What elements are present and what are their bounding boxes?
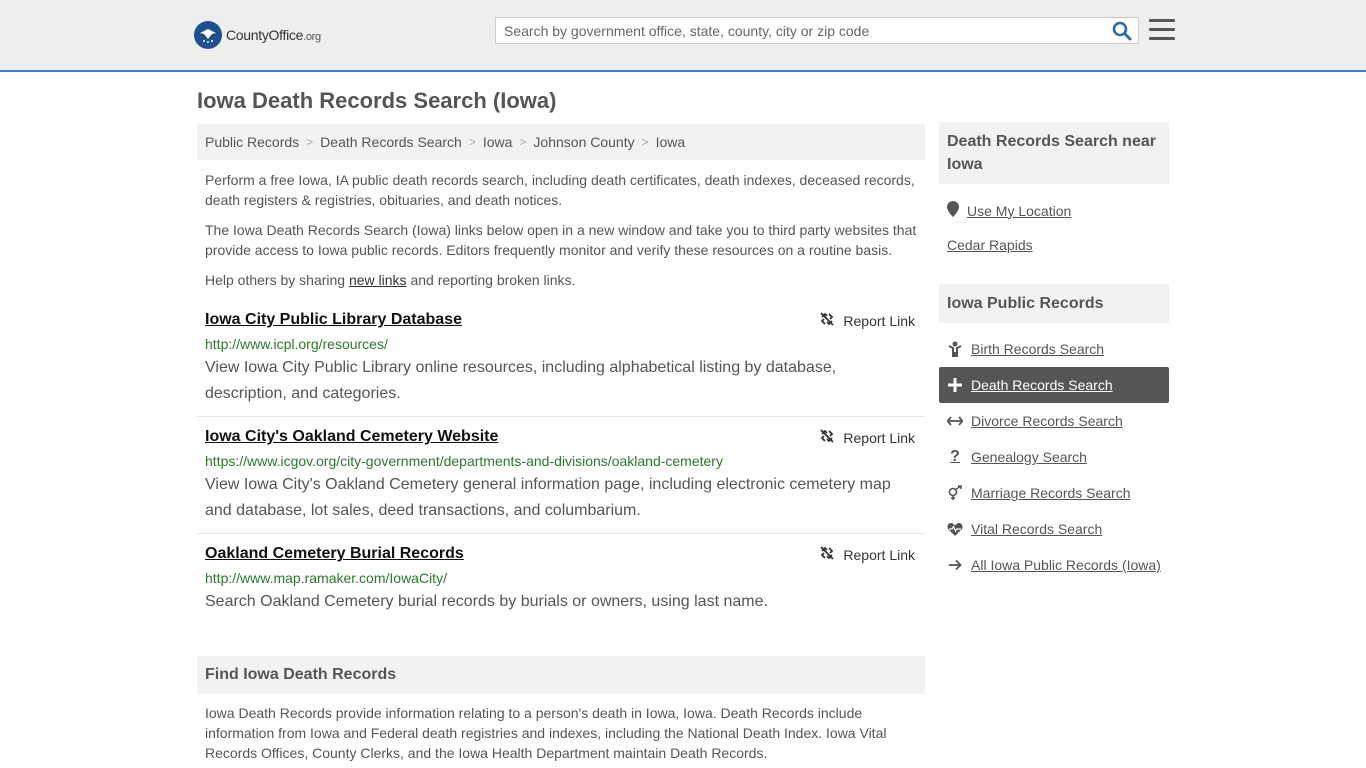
sidebar-item-marriage-records[interactable]: Marriage Records Search xyxy=(939,475,1169,511)
chevron-right-icon: > xyxy=(641,135,649,149)
logo-text: CountyOffice.org xyxy=(226,27,321,43)
intro-paragraph-2: The Iowa Death Records Search (Iowa) lin… xyxy=(205,222,917,258)
sidebar-item-genealogy[interactable]: ? Genealogy Search xyxy=(939,439,1169,475)
sidebar-item-birth-records[interactable]: Birth Records Search xyxy=(939,331,1169,367)
sidebar-item-divorce-records[interactable]: Divorce Records Search xyxy=(939,403,1169,439)
breadcrumb-public-records[interactable]: Public Records xyxy=(205,134,299,150)
sidebar-public-records-heading: Iowa Public Records xyxy=(939,284,1169,323)
find-records-text: Iowa Death Records provide information r… xyxy=(205,705,887,761)
listing-item: Iowa City's Oakland Cemetery Website Rep… xyxy=(197,428,925,528)
search-icon[interactable] xyxy=(1112,21,1132,41)
sidebar-item-all-public-records[interactable]: All Iowa Public Records (Iowa) xyxy=(939,547,1169,583)
listing-title[interactable]: Iowa City's Oakland Cemetery Website xyxy=(205,428,498,446)
listing-url[interactable]: https://www.icgov.org/city-government/de… xyxy=(205,453,723,469)
breadcrumb-johnson-county[interactable]: Johnson County xyxy=(533,134,634,150)
question-icon: ? xyxy=(950,448,960,465)
listing-item: Iowa City Public Library Database Report… xyxy=(197,311,925,411)
divider xyxy=(197,533,925,534)
nearby-city-link[interactable]: Cedar Rapids xyxy=(947,237,1033,253)
heartbeat-icon xyxy=(947,521,963,537)
broken-link-icon xyxy=(819,428,835,447)
listing-title[interactable]: Oakland Cemetery Burial Records xyxy=(205,545,464,563)
listing-description: View Iowa City's Oakland Cemetery genera… xyxy=(205,476,891,519)
intro-paragraph-3: Help others by sharing new links and rep… xyxy=(205,272,576,288)
report-link-button[interactable]: Report Link xyxy=(819,311,915,330)
hamburger-menu-icon[interactable] xyxy=(1149,19,1175,41)
report-link-button[interactable]: Report Link xyxy=(819,545,915,564)
find-records-heading: Find Iowa Death Records xyxy=(197,656,925,694)
sidebar-near-heading: Death Records Search near Iowa xyxy=(939,122,1169,184)
chevron-right-icon: > xyxy=(468,135,476,149)
new-links-link[interactable]: new links xyxy=(349,272,407,288)
search-box xyxy=(495,17,1139,44)
listing-description: View Iowa City Public Library online res… xyxy=(205,359,837,402)
listing-item: Oakland Cemetery Burial Records Report L… xyxy=(197,545,925,625)
site-logo[interactable]: CountyOffice.org xyxy=(194,20,321,50)
broken-link-icon xyxy=(819,311,835,330)
listing-url[interactable]: http://www.map.ramaker.com/IowaCity/ xyxy=(205,570,447,586)
top-bar: CountyOffice.org xyxy=(0,0,1366,72)
broken-link-icon xyxy=(819,545,835,564)
cross-icon xyxy=(947,377,963,393)
breadcrumb-death-records[interactable]: Death Records Search xyxy=(320,134,462,150)
map-marker-icon xyxy=(947,201,959,220)
divider xyxy=(197,416,925,417)
listing-title[interactable]: Iowa City Public Library Database xyxy=(205,311,462,329)
sidebar-item-death-records[interactable]: Death Records Search xyxy=(939,367,1169,403)
report-link-button[interactable]: Report Link xyxy=(819,428,915,447)
listing-description: Search Oakland Cemetery burial records b… xyxy=(205,593,768,610)
listing-url[interactable]: http://www.icpl.org/resources/ xyxy=(205,336,388,352)
breadcrumb-iowa-state[interactable]: Iowa xyxy=(483,134,513,150)
search-input[interactable] xyxy=(496,18,1112,43)
breadcrumb: Public Records > Death Records Search > Io… xyxy=(197,124,925,160)
arrows-icon xyxy=(947,413,963,429)
intro-paragraph-1: Perform a free Iowa, IA public death rec… xyxy=(205,172,915,208)
child-icon xyxy=(947,341,963,357)
chevron-right-icon: > xyxy=(306,135,314,149)
use-my-location-link[interactable]: Use My Location xyxy=(947,201,1071,220)
chevron-right-icon: > xyxy=(519,135,527,149)
venus-mars-icon xyxy=(947,485,963,501)
breadcrumb-iowa-city[interactable]: Iowa xyxy=(656,134,686,150)
sidebar-item-vital-records[interactable]: Vital Records Search xyxy=(939,511,1169,547)
page-title: Iowa Death Records Search (Iowa) xyxy=(197,88,557,113)
arrow-right-icon xyxy=(947,557,963,573)
eagle-icon xyxy=(194,21,222,49)
